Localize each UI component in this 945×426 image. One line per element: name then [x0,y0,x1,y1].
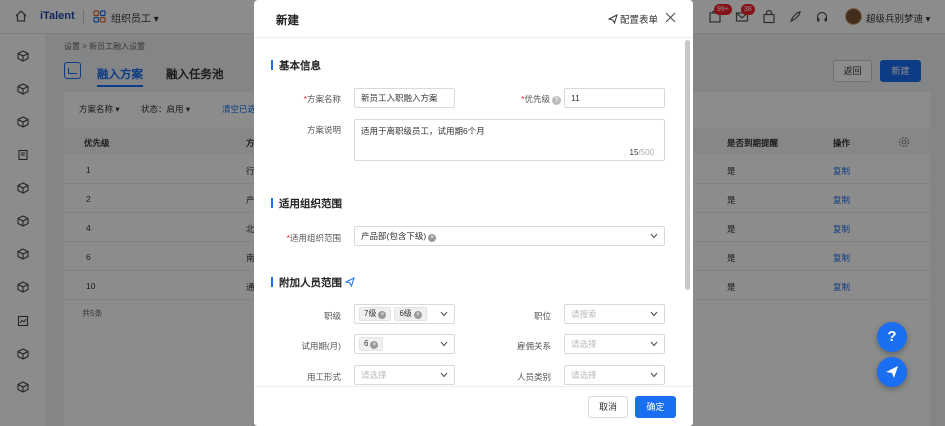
work-type-label: 用工形式 [306,372,341,382]
help-icon[interactable]: ? [552,96,561,105]
section-extra-scope: 附加人员范围 [271,275,355,290]
org-scope-label-text: 适用组织范围 [289,233,341,243]
remove-tag-icon[interactable]: × [413,311,422,319]
probation-label: 试用期(月) [301,341,341,351]
help-button[interactable]: ? [877,322,907,352]
send-icon[interactable] [345,277,355,287]
employment-select[interactable]: 请选择 [564,334,665,354]
employment-placeholder: 请选择 [571,339,597,349]
staff-type-label: 人员类别 [516,372,551,382]
rank-select[interactable]: 7级 × 6级 × [354,304,455,324]
staff-type-placeholder: 请选择 [571,370,597,380]
config-form-label: 配置表单 [620,15,659,26]
priority-label: *优先级? [484,93,561,105]
send-icon [608,14,618,24]
rank-tag: 6级 × [394,307,427,321]
rank-tag-text: 6级 [399,309,412,318]
chevron-down-icon [650,341,658,347]
chevron-down-icon [650,372,658,378]
modal-header: 新建 配置表单 [254,0,693,38]
chevron-down-icon [650,311,658,317]
position-select[interactable]: 请搜索 [564,304,665,324]
send-icon [886,366,898,378]
position-label: 职位 [533,311,551,321]
org-scope-select[interactable]: 产品部(包含下级) × [354,226,665,246]
char-counter: 15/500 [630,148,654,157]
work-type-placeholder: 请选择 [361,370,387,380]
work-type-select[interactable]: 请选择 [354,365,455,385]
cancel-button[interactable]: 取消 [588,396,628,418]
close-icon[interactable] [665,12,676,23]
priority-input[interactable]: 11 [564,88,665,108]
employment-label: 雇佣关系 [516,341,551,351]
chevron-down-icon [440,341,448,347]
org-scope-tag-text: 产品部(包含下级) [361,231,427,241]
section-extra-scope-text: 附加人员范围 [279,277,342,289]
rank-label: 职级 [323,311,341,321]
char-max: /500 [638,148,654,157]
remove-tag-icon[interactable]: × [378,311,387,319]
help-icon: ? [887,328,897,345]
remove-tag-icon[interactable]: × [428,234,437,242]
plan-name-label: *方案名称 [303,94,341,104]
rank-tag: 7级 × [359,307,392,321]
probation-select[interactable]: 6 × [354,334,455,354]
staff-type-select[interactable]: 请选择 [564,365,665,385]
feedback-button[interactable] [877,357,907,387]
chevron-down-icon [650,233,658,239]
description-textarea[interactable]: 适用于离职级员工，试用期6个月 15/500 [354,119,665,161]
confirm-button[interactable]: 确定 [635,396,676,418]
chevron-down-icon [440,372,448,378]
probation-tag-text: 6 [364,339,369,348]
position-placeholder: 请搜索 [571,309,597,319]
org-scope-tag: 产品部(包含下级) × [361,231,437,242]
description-label: 方案说明 [306,125,341,135]
rank-tag-text: 7级 [364,309,377,318]
config-form-button[interactable]: 配置表单 [608,12,658,26]
scrollbar[interactable] [685,40,690,290]
priority-label-text: 优先级 [524,94,550,104]
chevron-down-icon [440,311,448,317]
plan-name-input[interactable]: 新员工入职融入方案 [354,88,455,108]
modal-title: 新建 [276,15,299,27]
section-basic-info: 基本信息 [271,58,321,73]
remove-tag-icon[interactable]: × [370,341,379,349]
probation-tag: 6 × [359,337,384,351]
modal-footer: 取消 确定 [254,386,693,426]
section-org-scope: 适用组织范围 [271,196,342,211]
new-plan-modal: 新建 配置表单 基本信息 *方案名称 新员工入职融入方案 *优先级? 11 方案… [254,0,693,426]
plan-name-label-text: 方案名称 [306,94,341,104]
org-scope-label: *适用组织范围 [286,233,341,243]
description-text: 适用于离职级员工，试用期6个月 [361,126,485,136]
